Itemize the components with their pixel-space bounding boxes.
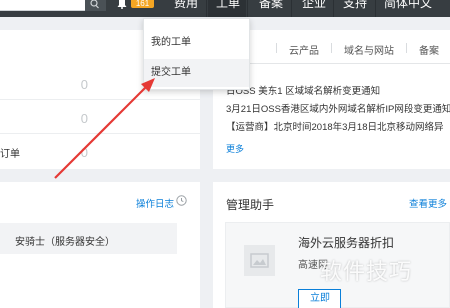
service-list-item[interactable]: 安骑士（服务器安全） (0, 223, 177, 254)
see-more-link[interactable]: 查看更多 (409, 196, 447, 210)
tab-divider (276, 43, 277, 53)
promo-action-button[interactable]: 立即 (298, 289, 341, 308)
tab-domains[interactable]: 域名与网站 (344, 42, 394, 57)
search-button[interactable] (85, 0, 106, 11)
nav-divider (247, 0, 248, 17)
summary-row-orders[interactable]: 订单 0 (0, 134, 200, 168)
watermark-text: 软件技巧 (320, 259, 413, 284)
nav-item-icp[interactable]: 备案 (259, 0, 283, 11)
news-item[interactable]: 3月21日OSS香港区域内外网域名解析IP网段变更通知 (226, 101, 450, 115)
image-placeholder-icon (244, 245, 275, 276)
promo-title: 海外云服务器折扣 (298, 236, 395, 250)
service-name: 安骑士（服务器安全） (15, 237, 115, 248)
summary-row[interactable]: 0 (0, 100, 200, 134)
management-assistant-card: 管理助手 查看更多 海外云服务器折扣 高速网 立即 (213, 182, 450, 308)
nav-divider (291, 0, 292, 17)
summary-count: 0 (80, 111, 88, 126)
menu-item-my-tickets[interactable]: 我的工单 (144, 29, 249, 57)
nav-item-enterprise[interactable]: 企业 (302, 0, 326, 11)
nav-divider (333, 0, 334, 17)
nav-item-tickets[interactable]: 工单 (216, 0, 240, 11)
nav-item-billing[interactable]: 费用 (174, 0, 198, 11)
nav-item-language[interactable]: 简体中文 (384, 0, 432, 11)
operations-card: 操作日志 安骑士（服务器安全） (0, 182, 200, 308)
tab-icp[interactable]: 备案 (419, 42, 439, 57)
nav-item-support[interactable]: 支持 (343, 0, 367, 11)
tab-divider (331, 43, 332, 53)
more-link[interactable]: 更多 (226, 142, 244, 155)
top-navigation-bar: 161 费用 工单 备案 企业 支持 简体中文 (0, 0, 450, 17)
search-icon (90, 0, 99, 9)
news-item[interactable]: 【运营商】北京时间2018年3月18日北京移动网络异 (226, 119, 444, 133)
tab-divider (406, 43, 407, 53)
summary-label: 订单 (0, 149, 20, 160)
bell-icon[interactable] (117, 0, 127, 9)
nav-divider (206, 0, 207, 17)
panel-title: 管理助手 (226, 198, 275, 212)
tab-cloud-products[interactable]: 云产品 (289, 42, 319, 57)
notification-badge[interactable]: 161 (131, 0, 154, 8)
menu-item-submit-ticket[interactable]: 提交工单 (144, 59, 249, 87)
summary-count: 0 (80, 145, 88, 160)
summary-count: 0 (80, 77, 88, 92)
tickets-dropdown-menu: 我的工单 提交工单 (143, 18, 250, 90)
nav-divider (375, 0, 376, 17)
clock-icon[interactable] (176, 195, 187, 206)
operation-log-link[interactable]: 操作日志 (136, 196, 174, 210)
